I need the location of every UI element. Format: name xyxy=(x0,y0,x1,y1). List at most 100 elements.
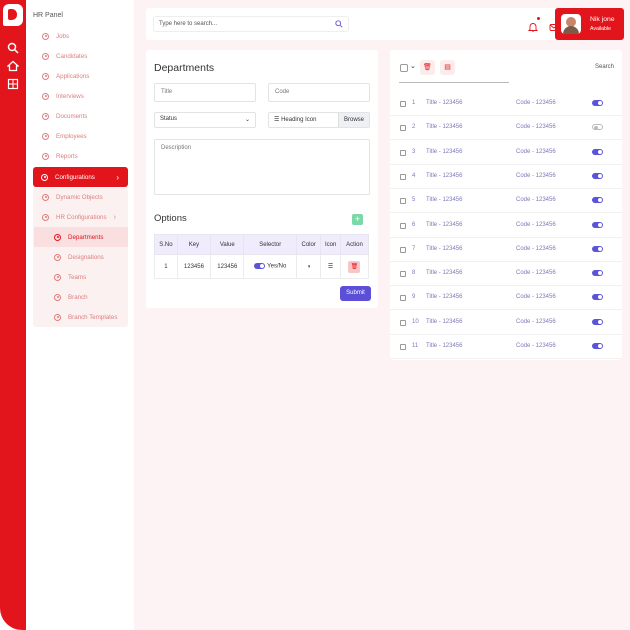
row-checkbox[interactable] xyxy=(400,198,406,205)
sidebar-item-branch[interactable]: Branch xyxy=(34,287,128,307)
pdf-icon[interactable]: ▤ xyxy=(440,60,455,75)
column-header: Color xyxy=(295,234,322,255)
search-link[interactable]: Search xyxy=(595,64,614,70)
icon-cell: ☰ xyxy=(320,254,341,279)
row-checkbox[interactable] xyxy=(400,222,406,229)
column-header: S.No xyxy=(154,234,178,255)
status-select[interactable]: Status ⌄ xyxy=(154,112,256,128)
row-number: 3 xyxy=(412,148,416,155)
row-checkbox[interactable] xyxy=(400,295,406,302)
row-toggle[interactable] xyxy=(592,124,603,131)
row-checkbox[interactable] xyxy=(400,101,406,107)
row-code: Code - 123456 xyxy=(516,318,556,325)
row-toggle[interactable] xyxy=(592,221,603,228)
add-option-button[interactable]: + xyxy=(352,214,363,225)
row-code: Code - 123456 xyxy=(516,197,556,204)
table-row: 7 Title - 123456 Code - 123456 xyxy=(390,238,622,262)
key-cell: 123456 xyxy=(176,254,212,279)
title-input[interactable]: Title xyxy=(154,83,256,102)
grid-icon[interactable] xyxy=(7,78,19,90)
row-code: Code - 123456 xyxy=(516,343,556,349)
contrast-icon[interactable]: ◑ xyxy=(307,264,311,270)
circle-icon xyxy=(42,213,49,221)
row-toggle[interactable] xyxy=(592,318,603,325)
circle-icon xyxy=(54,233,61,241)
list-icon[interactable]: ☰ xyxy=(328,264,333,270)
browse-button[interactable]: Browse xyxy=(338,113,369,127)
value-cell: 123456 xyxy=(210,254,245,279)
row-checkbox[interactable] xyxy=(400,125,406,132)
search-input[interactable]: Type here to search... xyxy=(153,16,349,32)
column-header: Icon xyxy=(320,234,341,255)
circle-icon xyxy=(42,132,49,140)
bell-icon[interactable] xyxy=(527,19,539,32)
row-code: Code - 123456 xyxy=(516,294,556,301)
circle-icon xyxy=(42,72,49,80)
row-toggle[interactable] xyxy=(592,148,603,155)
icon-rail xyxy=(0,0,26,630)
row-toggle[interactable] xyxy=(592,100,603,106)
chevron-down-icon: ⌄ xyxy=(244,117,250,123)
row-checkbox[interactable] xyxy=(400,246,406,253)
sidebar-item-applications[interactable]: Applications xyxy=(34,66,128,86)
search-icon[interactable] xyxy=(7,42,19,54)
row-number: 10 xyxy=(412,318,419,325)
row-number: 9 xyxy=(412,294,416,301)
user-profile[interactable]: Nik jone Available xyxy=(555,8,624,40)
code-input[interactable]: Code xyxy=(268,83,370,102)
row-title: Title - 123456 xyxy=(426,245,463,252)
row-code: Code - 123456 xyxy=(516,245,556,252)
selector-toggle[interactable] xyxy=(254,263,266,270)
description-textarea[interactable]: Description xyxy=(154,139,370,195)
sidebar-item-designations[interactable]: Designations xyxy=(34,247,128,267)
sidebar-item-departments[interactable]: Departments xyxy=(34,227,128,247)
sidebar-item-teams[interactable]: Teams xyxy=(34,267,128,287)
submit-button[interactable]: Submit xyxy=(340,286,371,301)
row-toggle[interactable] xyxy=(592,245,603,252)
avatar xyxy=(561,14,581,34)
row-title: Title - 123456 xyxy=(426,148,463,155)
row-toggle[interactable] xyxy=(592,343,603,349)
row-checkbox[interactable] xyxy=(400,271,406,278)
circle-icon xyxy=(42,92,49,100)
row-code: Code - 123456 xyxy=(516,270,556,277)
column-header: Key xyxy=(176,234,212,255)
select-all-checkbox[interactable] xyxy=(400,64,408,72)
table-row: 4 Title - 123456 Code - 123456 xyxy=(390,165,622,189)
sidebar-item-interviews[interactable]: Interviews xyxy=(34,86,128,106)
sidebar-item-employees[interactable]: Employees xyxy=(34,126,128,146)
circle-icon xyxy=(54,273,61,281)
chevron-down-icon[interactable]: ⌄ xyxy=(410,62,416,70)
row-checkbox[interactable] xyxy=(400,319,406,326)
row-toggle[interactable] xyxy=(592,197,603,204)
sidebar-item-candidates[interactable]: Candidates xyxy=(34,46,128,66)
row-checkbox[interactable] xyxy=(400,149,406,156)
sidebar-item-hr-configurations[interactable]: HR Configurations › xyxy=(34,207,128,227)
home-icon[interactable] xyxy=(7,60,19,72)
row-toggle[interactable] xyxy=(592,294,603,301)
row-code: Code - 123456 xyxy=(516,124,556,131)
row-number: 8 xyxy=(412,270,416,277)
sidebar-item-dynamic-objects[interactable]: Dynamic Objects xyxy=(34,187,128,207)
chevron-right-icon: › xyxy=(113,213,116,221)
heading-icon-file-input[interactable]: ☰ Heading Icon Browse xyxy=(268,112,370,128)
trash-icon[interactable]: 🗑 xyxy=(348,260,361,273)
row-checkbox[interactable] xyxy=(400,173,406,180)
table-row: 8 Title - 123456 Code - 123456 xyxy=(390,262,622,287)
row-title: Title - 123456 xyxy=(426,221,463,228)
sidebar-item-jobs[interactable]: Jobs xyxy=(34,26,128,46)
row-code: Code - 123456 xyxy=(516,172,556,179)
sidebar-item-configurations[interactable]: Configurations › xyxy=(33,167,128,187)
circle-icon xyxy=(54,293,61,301)
table-row: 1 123456 123456 Yes/No ◑ ☰ 🗑 xyxy=(154,254,370,279)
circle-icon xyxy=(42,52,49,60)
row-toggle[interactable] xyxy=(592,172,603,179)
sidebar-item-documents[interactable]: Documents xyxy=(34,106,128,126)
sidebar-item-reports[interactable]: Reports xyxy=(34,146,128,166)
row-title: Title - 123456 xyxy=(426,343,463,349)
trash-icon[interactable]: 🗑 xyxy=(420,60,435,75)
circle-icon xyxy=(41,173,48,181)
row-checkbox[interactable] xyxy=(400,344,406,350)
sidebar-item-branch-templates[interactable]: Branch Templates xyxy=(34,307,128,327)
row-toggle[interactable] xyxy=(592,270,603,277)
